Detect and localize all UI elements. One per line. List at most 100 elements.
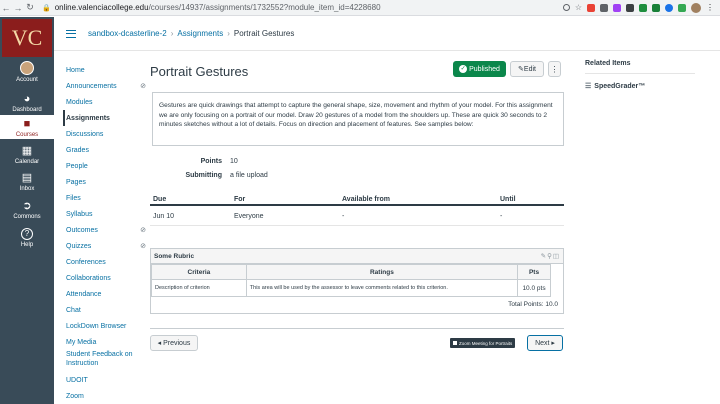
extension-icon[interactable] — [626, 3, 634, 12]
course-nav-announcements[interactable]: Announcements ⊘ — [66, 78, 146, 94]
points-value: 10 — [230, 158, 238, 165]
next-item-tooltip: Zoom Meeting for Portraits — [450, 338, 516, 348]
published-button[interactable]: ✓ Published — [453, 61, 506, 77]
criterion-ratings: This area will be used by the assessor t… — [245, 279, 519, 297]
arrow-right-icon[interactable]: → — [12, 3, 24, 13]
chevron-right-icon: › — [170, 29, 174, 38]
course-nav-syllabus[interactable]: Syllabus — [66, 206, 146, 222]
trash-icon[interactable]: ◫ — [553, 253, 560, 260]
lock-icon: 🔒 — [42, 4, 51, 12]
points-label: Points — [200, 158, 222, 165]
course-nav-lockdown-browser[interactable]: LockDown Browser — [66, 318, 146, 334]
breadcrumb: sandbox-dcasterline-2 › Assignments › Po… — [88, 29, 294, 38]
breadcrumb-course[interactable]: sandbox-dcasterline-2 — [88, 29, 167, 38]
menu-icon[interactable]: ⋮ — [706, 3, 714, 12]
college-logo[interactable]: VC — [2, 19, 52, 57]
more-options-button[interactable]: ⋮ — [548, 61, 561, 77]
previous-button[interactable]: ◂ Previous — [150, 335, 198, 351]
course-nav-home[interactable]: Home — [66, 62, 146, 78]
rubric-header: Some Rubric ✎⚲◫ — [151, 249, 563, 264]
check-circle-icon: ✓ — [459, 65, 468, 73]
video-icon — [453, 341, 457, 345]
extension-icon[interactable] — [678, 3, 686, 12]
url-path: /courses/14937/assignments/1732552?modul… — [148, 3, 381, 12]
assignment-description: Gestures are quick drawings that attempt… — [152, 92, 564, 146]
rubric-col-ratings: Ratings — [245, 264, 519, 280]
submitting-label: Submitting — [185, 172, 222, 179]
hidden-eye-icon: ⊘ — [140, 227, 146, 234]
extension-icon[interactable] — [652, 3, 660, 12]
star-icon[interactable]: ☆ — [575, 3, 582, 12]
page-title: Portrait Gestures — [150, 64, 249, 79]
course-nav-files[interactable]: Files — [66, 190, 146, 206]
nav-courses[interactable]: ■ Courses — [0, 115, 54, 139]
nav-help[interactable]: ? Help — [0, 228, 54, 248]
breadcrumb-current: Portrait Gestures — [233, 29, 295, 38]
course-nav-udoit[interactable]: UDOIT — [66, 372, 146, 388]
course-nav-collaborations[interactable]: Collaborations — [66, 270, 146, 286]
breadcrumb-assignments[interactable]: Assignments — [177, 29, 223, 38]
available-from: - — [342, 213, 345, 220]
course-nav-label: Assignments — [66, 114, 110, 122]
profile-avatar[interactable] — [691, 2, 701, 13]
course-nav-label: Modules — [66, 98, 93, 106]
help-icon: ? — [21, 228, 33, 240]
nav-inbox[interactable]: ▤ Inbox — [0, 172, 54, 192]
dates-col-until: Until — [500, 196, 516, 203]
course-nav-label: My Media — [66, 338, 97, 346]
course-nav-label: Outcomes — [66, 226, 98, 234]
course-nav-quizzes[interactable]: Quizzes ⊘ — [66, 238, 146, 254]
nav-commons[interactable]: ➲ Commons — [0, 200, 54, 220]
address-bar[interactable]: 🔒 online.valenciacollege.edu /courses/14… — [42, 3, 381, 12]
rubric-col-criteria: Criteria — [151, 264, 247, 280]
course-nav-people[interactable]: People — [66, 158, 146, 174]
course-nav-my-media[interactable]: My Media — [66, 334, 146, 350]
nav-dashboard[interactable]: ◕ Dashboard — [0, 93, 54, 113]
next-button[interactable]: Next ▸ — [527, 335, 563, 351]
rubric-title: Some Rubric — [154, 252, 195, 260]
course-nav-zoom[interactable]: Zoom — [66, 388, 146, 404]
course-nav-discussions[interactable]: Discussions — [66, 126, 146, 142]
speedgrader-link[interactable]: ☰ SpeedGrader™ — [585, 82, 695, 91]
extension-icon[interactable] — [613, 3, 621, 12]
course-nav-label: Chat — [66, 306, 81, 314]
speedgrader-icon: ☰ — [585, 83, 592, 90]
nav-calendar[interactable]: ▦ Calendar — [0, 145, 54, 165]
nav-account[interactable]: Account — [0, 61, 54, 83]
course-nav-label: People — [66, 162, 88, 170]
submitting-value: a file upload — [230, 172, 268, 179]
dates-table: Due For Available from Until Jun 10 Ever… — [150, 192, 564, 226]
course-nav-student-feedback[interactable]: Student Feedback on Instruction — [66, 350, 146, 372]
hidden-eye-icon: ⊘ — [140, 243, 146, 250]
rubric-table-header: Criteria Ratings Pts — [151, 264, 551, 280]
nav-label: Calendar — [14, 159, 40, 165]
commons-icon: ➲ — [22, 200, 32, 212]
loading-icon[interactable]: ↻ — [24, 2, 36, 13]
course-nav-outcomes[interactable]: Outcomes ⊘ — [66, 222, 146, 238]
browser-toolbar: ← → ↻ 🔒 online.valenciacollege.edu /cour… — [0, 0, 720, 16]
course-nav-modules[interactable]: Modules — [66, 94, 146, 110]
extension-icon[interactable] — [665, 3, 673, 12]
book-icon: ■ — [23, 118, 31, 130]
table-row: Jun 10 Everyone - - — [150, 206, 564, 226]
course-nav-label: Attendance — [66, 290, 102, 298]
arrow-left-icon[interactable]: ← — [0, 3, 12, 13]
extension-icon[interactable] — [639, 3, 647, 12]
nav-label: Commons — [13, 214, 41, 220]
extension-icon[interactable] — [587, 3, 595, 12]
course-nav-assignments[interactable]: Assignments — [63, 110, 146, 126]
course-nav-pages[interactable]: Pages — [66, 174, 146, 190]
course-nav-conferences[interactable]: Conferences — [66, 254, 146, 270]
course-nav-attendance[interactable]: Attendance — [66, 286, 146, 302]
course-nav-label: Student Feedback on Instruction — [66, 351, 133, 368]
search-icon[interactable] — [562, 4, 570, 11]
course-nav-grades[interactable]: Grades — [66, 142, 146, 158]
extension-icon[interactable] — [600, 3, 608, 12]
edit-button[interactable]: ✎ Edit — [510, 61, 544, 77]
rubric-tools: ✎⚲◫ — [541, 252, 560, 260]
hamburger-icon[interactable] — [66, 29, 76, 38]
edit-label: Edit — [523, 65, 536, 73]
course-nav-label: UDOIT — [66, 376, 88, 384]
course-nav-label: Files — [66, 194, 81, 202]
course-nav-chat[interactable]: Chat — [66, 302, 146, 318]
